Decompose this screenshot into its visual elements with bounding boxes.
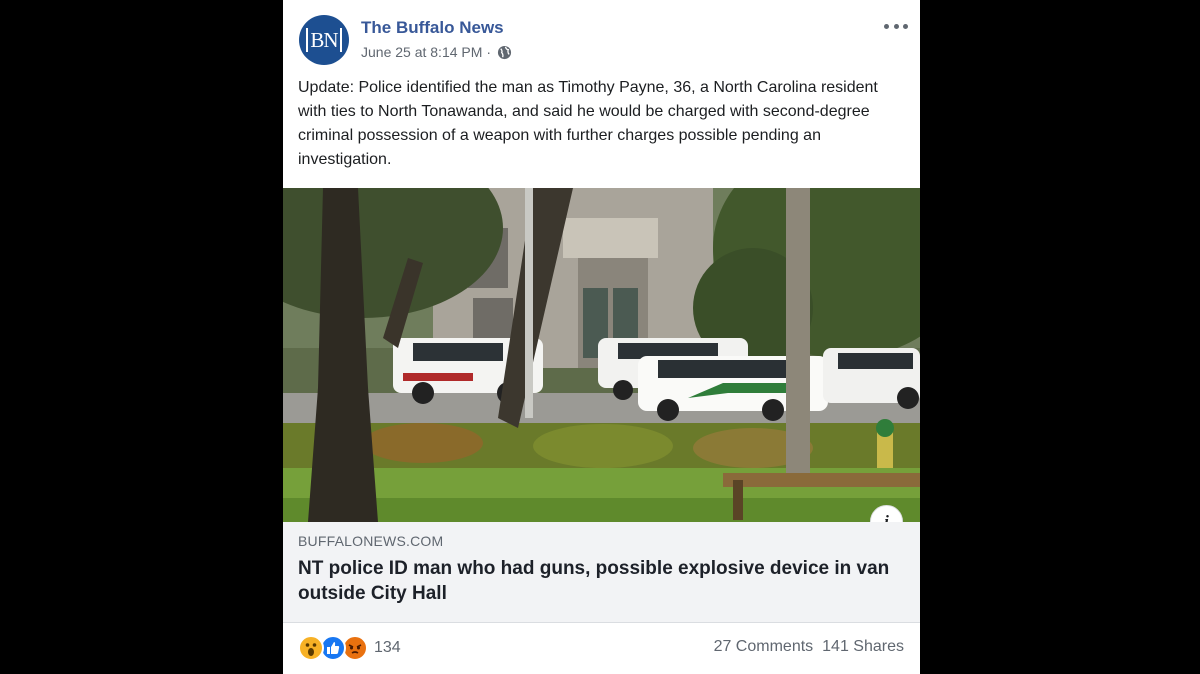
post-meta: June 25 at 8:14 PM · [361,44,512,60]
page-name-link[interactable]: The Buffalo News [361,18,504,38]
post-timestamp[interactable]: June 25 at 8:14 PM [361,44,482,60]
avatar-logo-text: BN [306,28,342,52]
comments-count-link[interactable]: 27 Comments [714,638,814,656]
dot-icon [884,23,889,29]
reactions-summary[interactable]: 134 [298,635,401,661]
link-headline[interactable]: NT police ID man who had guns, possible … [298,556,908,606]
link-preview-image[interactable] [283,188,920,522]
wow-reaction-icon [298,635,324,661]
more-options-button[interactable] [884,16,908,36]
post-text: Update: Police identified the man as Tim… [298,79,878,168]
globe-icon[interactable] [497,45,512,60]
link-domain: BUFFALONEWS.COM [298,533,444,549]
reaction-count: 134 [374,639,401,656]
page-avatar[interactable]: BN [299,15,349,65]
link-preview-card[interactable]: BUFFALONEWS.COM NT police ID man who had… [283,522,920,623]
engagement-counts: 27 Comments 141 Shares [714,638,904,656]
meta-separator: · [486,44,492,60]
facebook-post: BN The Buffalo News June 25 at 8:14 PM ·… [283,0,920,674]
dot-icon [903,23,908,29]
shares-count-link[interactable]: 141 Shares [822,638,904,656]
dot-icon [893,23,899,29]
